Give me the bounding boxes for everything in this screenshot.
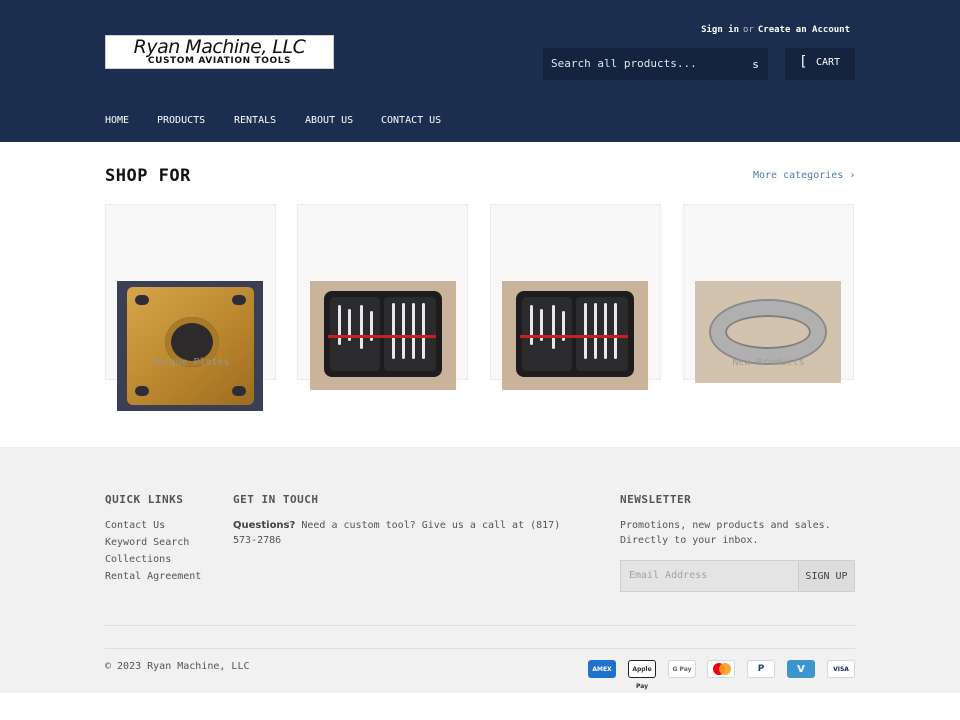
section-title: SHOP FOR: [105, 166, 191, 186]
search-icon[interactable]: s: [743, 48, 768, 80]
copyright: © 2023 Ryan Machine, LLC: [105, 661, 250, 672]
tool-kit-image[interactable]: [502, 281, 648, 390]
logo-title: Ryan Machine, LLC: [133, 36, 306, 58]
case-tray: [384, 297, 436, 371]
search-placeholder: Search all products...: [551, 57, 697, 70]
torque-plate-image[interactable]: [117, 281, 263, 411]
category-label: Torque Plates: [151, 357, 230, 368]
tool-kit-image[interactable]: [310, 281, 456, 390]
footer-link-rental-agreement[interactable]: Rental Agreement: [105, 571, 201, 582]
nav-contact-us[interactable]: CONTACT US: [381, 115, 441, 126]
bolt-hole: [232, 386, 246, 396]
cart-icon: [: [799, 54, 808, 70]
tool: [614, 303, 617, 359]
email-field[interactable]: Email Address: [620, 560, 798, 592]
tool: [338, 305, 341, 345]
site-footer: QUICK LINKS Contact Us Keyword Search Co…: [0, 447, 960, 693]
case-tray: [576, 297, 628, 371]
tool: [594, 303, 597, 359]
plate-shape: [127, 287, 254, 405]
cart-label: CART: [816, 57, 841, 68]
tool: [360, 305, 363, 349]
nav-products[interactable]: PRODUCTS: [157, 115, 205, 126]
sign-up-button[interactable]: SIGN UP: [798, 560, 855, 592]
or-separator: or: [743, 25, 754, 35]
amex-icon: AMEX: [588, 660, 616, 678]
bolt-hole: [135, 295, 149, 305]
case-lid: [330, 297, 380, 371]
tool: [530, 305, 533, 345]
tool: [402, 303, 405, 359]
newsletter-title: NEWSLETTER: [620, 493, 692, 506]
mastercard-icon: [707, 660, 735, 678]
create-account-link[interactable]: Create an Account: [758, 25, 850, 35]
cart-button[interactable]: [ CART: [785, 48, 855, 80]
red-strap: [520, 335, 628, 338]
paypal-icon: P: [747, 660, 775, 678]
red-strap: [328, 335, 436, 338]
tool-case: [324, 291, 442, 377]
search-input[interactable]: Search all products... s: [543, 48, 768, 80]
email-placeholder: Email Address: [629, 570, 708, 581]
newsletter-text: Promotions, new products and sales. Dire…: [620, 520, 831, 546]
nav-rentals[interactable]: RENTALS: [234, 115, 276, 126]
tool: [552, 305, 555, 349]
tool: [422, 303, 425, 359]
ring-part: [711, 301, 825, 363]
logo-tagline: CUSTOM AVIATION TOOLS: [147, 56, 292, 66]
contact-text: Questions? Need a custom tool? Give us a…: [233, 518, 588, 548]
sign-in-link[interactable]: Sign in: [701, 25, 739, 35]
tool-case: [516, 291, 634, 377]
footer-divider: [105, 625, 855, 626]
footer-divider: [105, 648, 855, 649]
site-logo[interactable]: Ryan Machine, LLC CUSTOM AVIATION TOOLS: [105, 35, 334, 69]
account-links: Sign in or Create an Account: [640, 23, 850, 37]
category-label: New Products: [732, 357, 805, 368]
quick-links-title: QUICK LINKS: [105, 493, 184, 506]
more-categories-link[interactable]: More categories ›: [753, 170, 855, 181]
bolt-hole: [232, 295, 246, 305]
google-pay-icon: G Pay: [668, 660, 696, 678]
footer-link-collections[interactable]: Collections: [105, 554, 171, 565]
footer-link-keyword-search[interactable]: Keyword Search: [105, 537, 189, 548]
case-lid: [522, 297, 572, 371]
get-in-touch-title: GET IN TOUCH: [233, 493, 319, 506]
apple-pay-icon: Apple Pay: [628, 660, 656, 690]
tool: [412, 303, 415, 359]
tool: [392, 303, 395, 359]
questions-label: Questions?: [233, 520, 296, 531]
footer-link-contact-us[interactable]: Contact Us: [105, 520, 165, 531]
nav-about-us[interactable]: ABOUT US: [305, 115, 353, 126]
bolt-hole: [135, 386, 149, 396]
mastercard-circles: [713, 663, 731, 675]
tool: [604, 303, 607, 359]
visa-icon: VISA: [827, 660, 855, 678]
tool: [584, 303, 587, 359]
venmo-icon: V: [787, 660, 815, 678]
site-header: Ryan Machine, LLC CUSTOM AVIATION TOOLS …: [0, 0, 960, 142]
nav-home[interactable]: HOME: [105, 115, 129, 126]
